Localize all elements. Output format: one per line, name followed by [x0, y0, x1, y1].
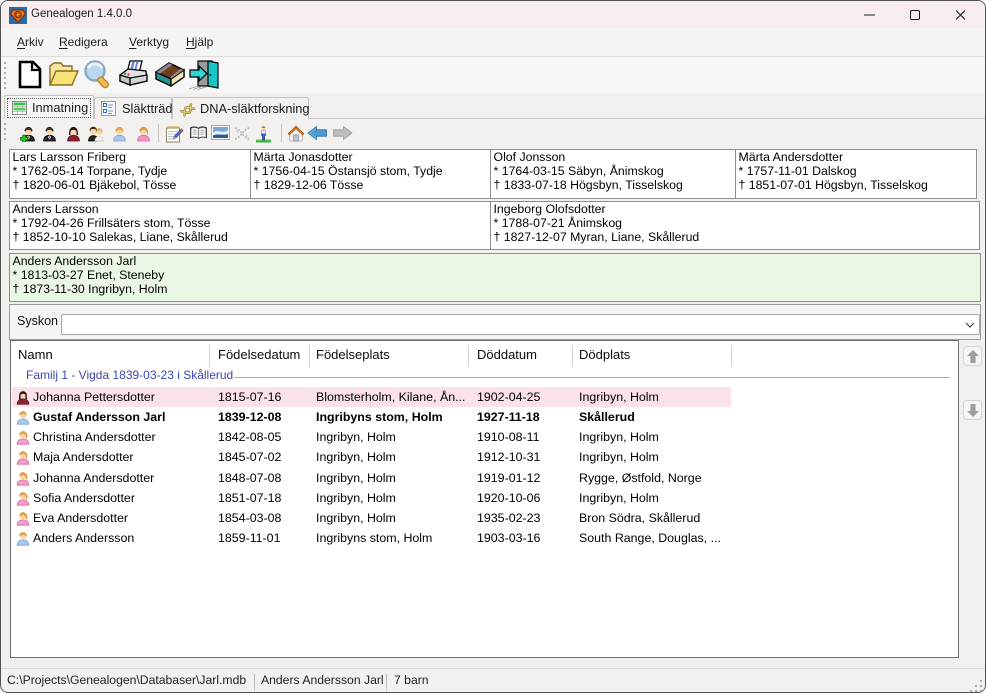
- svg-text:G: G: [15, 12, 21, 19]
